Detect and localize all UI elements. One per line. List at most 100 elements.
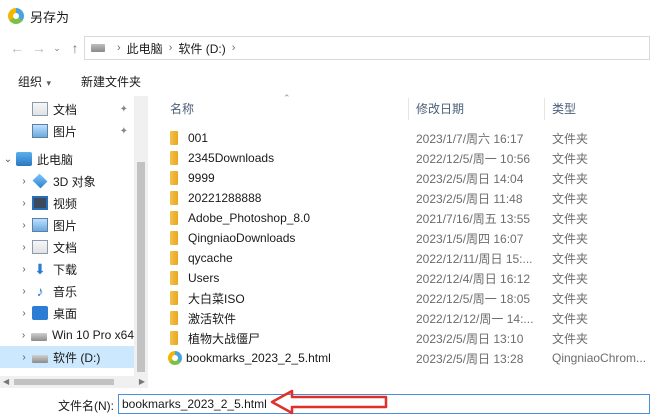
organize-label: 组织 [18,74,43,89]
file-row[interactable]: qycache 2022/12/11/周日 15:... 文件夹 [162,248,650,268]
file-date: 2023/2/5/周日 14:04 [416,171,524,186]
chevron-down-icon: ▾ [44,77,52,88]
column-divider[interactable] [544,98,545,120]
column-header-date[interactable]: 修改日期 [416,96,464,120]
sidebar-item-pictures-pinned[interactable]: 图片 ✦ [0,120,134,142]
file-row[interactable]: QingniaoDownloads 2023/1/5/周四 16:07 文件夹 [162,228,650,248]
chevron-right-icon[interactable]: › [232,42,236,54]
sidebar-item-drive-d[interactable]: › 软件 (D:) [0,346,134,368]
expand-chevron-down-icon[interactable]: ⌄ [0,154,16,165]
file-row[interactable]: 大白菜ISO 2022/12/5/周一 18:05 文件夹 [162,288,650,308]
sidebar-item-label: 音乐 [53,284,78,299]
sidebar-item-desktop[interactable]: › 桌面 [0,302,134,324]
expand-chevron-right-icon[interactable]: › [16,264,32,275]
folder-icon [170,311,178,325]
chevron-right-icon[interactable]: › [117,42,121,54]
sidebar-item-music[interactable]: › ♪ 音乐 [0,280,134,302]
scroll-left-icon[interactable]: ◀ [3,377,9,386]
file-row[interactable]: Adobe_Photoshop_8.0 2021/7/16/周五 13:55 文… [162,208,650,228]
file-date: 2022/12/11/周日 15:... [416,251,533,266]
expand-chevron-right-icon[interactable]: › [16,308,32,319]
sidebar-item-3d-objects[interactable]: › 3D 对象 [0,170,134,192]
folder-icon [170,271,178,285]
file-date: 2023/2/5/周日 11:48 [416,191,523,206]
picture-icon [32,124,48,138]
expand-chevron-right-icon[interactable]: › [16,352,32,363]
file-name: Adobe_Photoshop_8.0 [188,211,311,225]
file-name: 2345Downloads [188,151,275,165]
scrollbar-thumb[interactable] [137,162,145,372]
up-arrow-icon[interactable]: ↑ [64,37,86,59]
desktop-icon [32,306,48,320]
folder-icon [170,131,178,145]
file-type: 文件夹 [552,311,589,326]
sidebar-item-documents-pinned[interactable]: 文档 ✦ [0,98,134,120]
navigation-row: ← → ⌄ ↑ › 此电脑 › 软件 (D:) › [0,34,650,62]
recent-chevron-down-icon[interactable]: ⌄ [50,37,64,59]
file-type: 文件夹 [552,211,589,226]
new-folder-button[interactable]: 新建文件夹 [81,73,141,90]
file-date: 2022/12/5/周一 10:56 [416,151,531,166]
file-row[interactable]: Users 2022/12/4/周日 16:12 文件夹 [162,268,650,288]
file-name: 激活软件 [188,311,237,326]
pin-icon: ✦ [119,103,128,115]
expand-chevron-right-icon[interactable]: › [16,242,32,253]
file-row[interactable]: 9999 2023/2/5/周日 14:04 文件夹 [162,168,650,188]
column-divider[interactable] [408,98,409,120]
picture-icon [32,218,48,232]
breadcrumb-drive-d[interactable]: 软件 (D:) [178,40,225,57]
scroll-right-icon[interactable]: ▶ [139,377,145,386]
sidebar-item-this-pc[interactable]: ⌄ 此电脑 [0,148,134,170]
file-name: qycache [188,251,233,265]
organize-button[interactable]: 组织 ▾ [18,73,51,90]
file-list: ⌃ 名称 修改日期 类型 001 2023/1/7/周六 16:17 文件夹 2… [162,93,650,388]
folder-icon [170,251,178,265]
sidebar-item-label: 此电脑 [37,152,74,167]
file-name: 001 [188,131,209,145]
sidebar-item-pictures[interactable]: › 图片 [0,214,134,236]
file-date: 2023/2/5/周日 13:28 [416,351,524,366]
file-type: 文件夹 [552,171,589,186]
scrollbar-thumb[interactable] [14,379,114,385]
sidebar-item-drive-c[interactable]: › Win 10 Pro x64 [0,324,134,346]
sidebar-item-downloads[interactable]: › ⬇ 下载 [0,258,134,280]
expand-chevron-right-icon[interactable]: › [16,176,32,187]
file-row[interactable]: 激活软件 2022/12/12/周一 14:... 文件夹 [162,308,650,328]
file-name: 9999 [188,171,215,185]
file-type: 文件夹 [552,331,589,346]
file-row[interactable]: 植物大战僵尸 2023/2/5/周日 13:10 文件夹 [162,328,650,348]
expand-chevron-right-icon[interactable]: › [16,198,32,209]
navigation-pane-horizontal-scrollbar[interactable]: ◀ ▶ [0,376,148,388]
expand-chevron-right-icon[interactable]: › [16,330,32,341]
file-name: Users [188,271,220,285]
drive-icon [31,332,47,341]
expand-chevron-right-icon[interactable]: › [16,286,32,297]
file-date: 2022/12/5/周一 18:05 [416,291,531,306]
file-row[interactable]: 2345Downloads 2022/12/5/周一 10:56 文件夹 [162,148,650,168]
file-row[interactable]: 001 2023/1/7/周六 16:17 文件夹 [162,128,650,148]
sidebar-item-documents[interactable]: › 文档 [0,236,134,258]
sort-ascending-icon: ⌃ [283,93,291,103]
navigation-pane-scrollbar[interactable] [134,96,148,388]
forward-arrow-icon[interactable]: → [28,37,50,59]
back-arrow-icon[interactable]: ← [6,37,28,59]
file-type: 文件夹 [552,231,589,246]
file-row[interactable]: 20221288888 2023/2/5/周日 11:48 文件夹 [162,188,650,208]
drive-icon [91,44,105,52]
sidebar-item-label: 图片 [53,124,78,139]
column-header-type[interactable]: 类型 [552,96,576,120]
file-row[interactable]: bookmarks_2023_2_5.html 2023/2/5/周日 13:2… [162,348,650,368]
file-name: QingniaoDownloads [188,231,296,245]
address-bar[interactable]: › 此电脑 › 软件 (D:) › [84,36,650,60]
expand-chevron-right-icon[interactable]: › [16,220,32,231]
title-bar: 另存为 [0,0,650,32]
chevron-right-icon[interactable]: › [169,42,173,54]
sidebar-item-videos[interactable]: › 视频 [0,192,134,214]
folder-icon [170,211,178,225]
video-icon [32,196,48,210]
file-type: 文件夹 [552,131,589,146]
pin-icon: ✦ [119,125,128,137]
file-name: 植物大战僵尸 [188,331,261,346]
column-header-name[interactable]: 名称 [170,96,194,120]
breadcrumb-this-pc[interactable]: 此电脑 [127,40,163,57]
